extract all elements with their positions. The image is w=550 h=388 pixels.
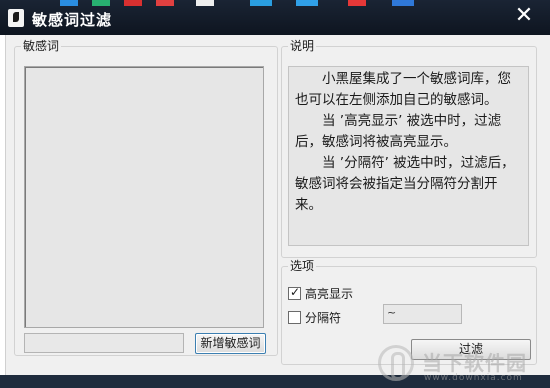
sensitive-words-list[interactable] (24, 66, 264, 328)
description-paragraph: 当 ’分隔符’ 被选中时，过滤后， 敏感词将会被指定当分隔符分割开来。 (295, 155, 515, 213)
watermark: 当下软件园 www.downxia.com (378, 343, 533, 388)
title-bar[interactable]: 敏感词过滤 ✕ (0, 0, 550, 35)
description-paragraph: 小黑屋集成了一个敏感词库，您也可以在左侧添加自己的敏感词。 (295, 71, 511, 108)
app-logo-icon (8, 9, 24, 27)
sensitive-words-group: 敏感词 新增敏感词 (14, 38, 278, 356)
background-window-edge (0, 35, 6, 375)
description-legend: 说明 (288, 38, 317, 54)
separator-option[interactable]: 分隔符 (288, 309, 341, 325)
separator-input[interactable]: ~ (383, 304, 462, 324)
sensitive-words-legend: 敏感词 (21, 38, 62, 54)
new-word-input[interactable] (24, 333, 184, 353)
options-legend: 选项 (288, 258, 317, 274)
description-group: 说明 小黑屋集成了一个敏感词库，您也可以在左侧添加自己的敏感词。 当 ’高亮显示… (281, 38, 537, 258)
watermark-text: 当下软件园 (422, 351, 527, 375)
description-text: 小黑屋集成了一个敏感词库，您也可以在左侧添加自己的敏感词。 当 ’高亮显示’ 被… (288, 66, 529, 246)
add-word-button[interactable]: 新增敏感词 (195, 333, 266, 354)
dialog-body: 敏感词 新增敏感词 说明 小黑屋集成了一个敏感词库，您也可以在左侧添加自己的敏感… (0, 35, 550, 383)
separator-label: 分隔符 (305, 310, 342, 325)
close-button[interactable]: ✕ (512, 5, 536, 29)
description-paragraph: 当 ’高亮显示’ 被选中时，过滤后，敏感词将被高亮显示。 (295, 113, 502, 150)
highlight-label: 高亮显示 (305, 286, 354, 301)
taskbar-icons-strip (60, 0, 480, 6)
window-title: 敏感词过滤 (32, 11, 113, 29)
highlight-option[interactable]: 高亮显示 (288, 285, 353, 301)
separator-checkbox[interactable] (288, 310, 301, 324)
highlight-checkbox[interactable] (288, 285, 301, 300)
watermark-logo-icon (378, 345, 414, 381)
